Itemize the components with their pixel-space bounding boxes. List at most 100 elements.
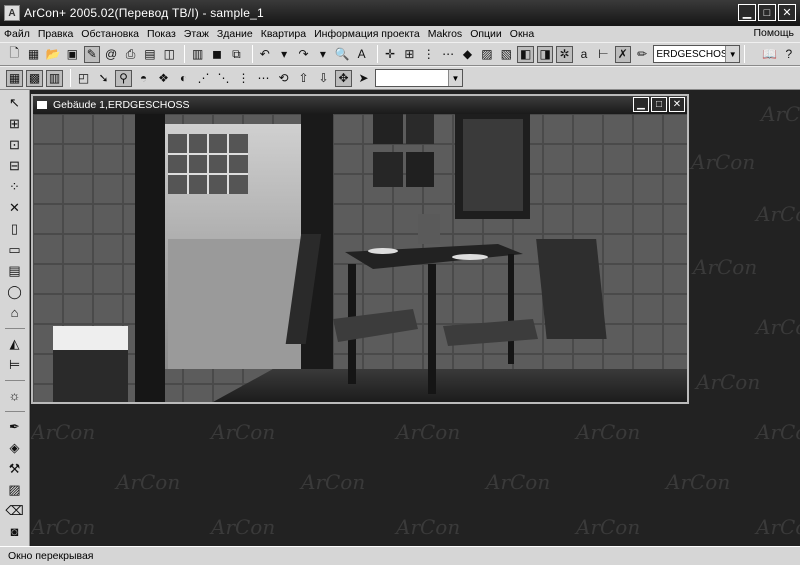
copy-icon[interactable]: ◼: [209, 46, 225, 63]
object-icon[interactable]: ◙: [6, 523, 23, 540]
subwindow-close-button[interactable]: ✕: [669, 97, 685, 112]
window-icon[interactable]: ▭: [6, 241, 23, 258]
save-icon[interactable]: ▣: [64, 46, 80, 63]
menu-furnishing[interactable]: Обстановка: [81, 28, 139, 40]
context-help-icon[interactable]: ?: [781, 46, 797, 63]
wall-2-icon[interactable]: ⊟: [6, 157, 23, 174]
chevron-down-icon[interactable]: ▼: [725, 46, 740, 62]
plot-icon[interactable]: ◫: [161, 46, 177, 63]
maximize-button[interactable]: □: [758, 4, 776, 21]
print-icon[interactable]: ⎙: [122, 46, 138, 63]
room-icon[interactable]: ⊞: [6, 115, 23, 132]
menu-file[interactable]: Файл: [4, 28, 30, 40]
hatch-icon[interactable]: ▨: [479, 46, 495, 63]
new-file-icon[interactable]: 🗋: [6, 46, 22, 63]
light-icon[interactable]: ◓: [135, 70, 152, 87]
menu-edit[interactable]: Правка: [38, 28, 73, 40]
pen-icon[interactable]: ✒: [6, 418, 23, 435]
nav-arrows-2-icon[interactable]: ⋱: [215, 70, 232, 87]
menu-help[interactable]: Помощь: [753, 27, 794, 39]
sun-icon[interactable]: ☼: [6, 387, 23, 404]
nav-arrows-icon[interactable]: ⋰: [195, 70, 212, 87]
open-folder-icon[interactable]: 📂: [45, 46, 61, 63]
delete-icon[interactable]: ✕: [6, 199, 23, 216]
floor-select-value: ERDGESCHOSS: [656, 48, 735, 60]
column-icon[interactable]: ◯: [6, 283, 23, 300]
layout-icon[interactable]: ◧: [517, 45, 534, 63]
view-select[interactable]: ▼: [375, 69, 463, 87]
move-view-icon[interactable]: ✥: [335, 69, 352, 87]
roof-icon[interactable]: ⌂: [6, 304, 23, 321]
menu-project-info[interactable]: Информация проекта: [314, 28, 420, 40]
menu-building[interactable]: Здание: [217, 28, 253, 40]
render-viewport[interactable]: [33, 114, 687, 402]
camera-icon[interactable]: ➘: [95, 70, 112, 87]
layer-icon[interactable]: ◨: [536, 45, 554, 63]
grid-icon[interactable]: ⊞: [401, 46, 417, 63]
door-icon[interactable]: ▯: [6, 220, 23, 237]
hatch-2-icon[interactable]: ▧: [498, 46, 514, 63]
brush-icon[interactable]: ⚒: [6, 460, 23, 477]
shade-icon[interactable]: ◐: [175, 70, 192, 87]
undo-dropdown-icon[interactable]: ▾: [276, 46, 292, 63]
level-down-icon[interactable]: ⇩: [315, 70, 332, 87]
view-3d-titlebar[interactable]: Gebäude 1,ERDGESCHOSS ▁ □ ✕: [33, 96, 687, 114]
grid-settings-icon[interactable]: ⋮: [421, 46, 437, 63]
undo-icon[interactable]: ↶: [257, 46, 273, 63]
no-snap-icon[interactable]: ✗: [614, 45, 632, 63]
floor-select[interactable]: ERDGESCHOSS ▼: [653, 45, 741, 63]
menu-options[interactable]: Опции: [470, 28, 502, 40]
book-icon[interactable]: 📖: [761, 46, 777, 63]
render-icon[interactable]: ❖: [155, 70, 172, 87]
redo-icon[interactable]: ↷: [295, 46, 311, 63]
menu-floor[interactable]: Этаж: [184, 28, 209, 40]
design-mode-icon[interactable]: ✎: [83, 45, 100, 63]
play-icon[interactable]: ➤: [355, 70, 372, 87]
zoom-icon[interactable]: 🔍: [334, 46, 350, 63]
at-icon[interactable]: @: [103, 46, 119, 63]
watermark-logo: ArCon: [761, 102, 800, 126]
dimension-text-icon[interactable]: A: [353, 46, 369, 63]
view-3d-icon[interactable]: ▩: [26, 69, 43, 87]
view-3d-window[interactable]: Gebäude 1,ERDGESCHOSS ▁ □ ✕: [31, 94, 689, 404]
dimension-icon[interactable]: ⋯: [440, 46, 456, 63]
cut-icon[interactable]: ▥: [189, 46, 205, 63]
rotate-left-icon[interactable]: ⟲: [275, 70, 292, 87]
watermark-logo: ArCon: [756, 202, 800, 226]
texture-icon[interactable]: ▨: [6, 481, 23, 498]
menu-macros[interactable]: Makros: [428, 28, 462, 40]
nav-arrows-4-icon[interactable]: ⋯: [255, 70, 272, 87]
paste-icon[interactable]: ⧉: [228, 46, 244, 63]
print-preview-icon[interactable]: ▤: [142, 46, 158, 63]
align-icon[interactable]: ⊨: [6, 356, 23, 373]
view-2d-icon[interactable]: ▦: [6, 69, 23, 87]
redo-dropdown-icon[interactable]: ▾: [315, 46, 331, 63]
wizard-icon[interactable]: ▦: [25, 46, 41, 63]
menu-view[interactable]: Показ: [147, 28, 176, 40]
minimize-button[interactable]: ▁: [738, 4, 756, 21]
subwindow-maximize-button[interactable]: □: [651, 97, 667, 112]
nav-arrows-3-icon[interactable]: ⋮: [235, 70, 252, 87]
chevron-down-icon[interactable]: ▼: [448, 70, 462, 86]
pointer-icon[interactable]: ↖: [6, 94, 23, 111]
mirror-icon[interactable]: ◭: [6, 335, 23, 352]
text-style-icon[interactable]: a: [576, 46, 592, 63]
view-split-icon[interactable]: ▥: [46, 69, 63, 87]
level-up-icon[interactable]: ⇧: [295, 70, 312, 87]
eraser-icon[interactable]: ⌫: [5, 502, 23, 519]
menu-windows[interactable]: Окна: [510, 28, 534, 40]
cube-icon[interactable]: ◰: [75, 70, 92, 87]
close-button[interactable]: ✕: [778, 4, 796, 21]
menu-apartment[interactable]: Квартира: [261, 28, 306, 40]
pencil-icon[interactable]: ✏: [634, 46, 650, 63]
snap-icon[interactable]: ✛: [382, 46, 398, 63]
stairs-icon[interactable]: ▤: [6, 262, 23, 279]
paint-bucket-icon[interactable]: ◈: [6, 439, 23, 456]
measure-icon[interactable]: ⊢: [595, 46, 611, 63]
fill-icon[interactable]: ◆: [459, 46, 475, 63]
wall-icon[interactable]: ⊡: [6, 136, 23, 153]
dots-icon[interactable]: ⁘: [6, 178, 23, 195]
walk-icon[interactable]: ⚲: [115, 69, 132, 87]
subwindow-minimize-button[interactable]: ▁: [633, 97, 649, 112]
plant-icon[interactable]: ✲: [556, 45, 573, 63]
